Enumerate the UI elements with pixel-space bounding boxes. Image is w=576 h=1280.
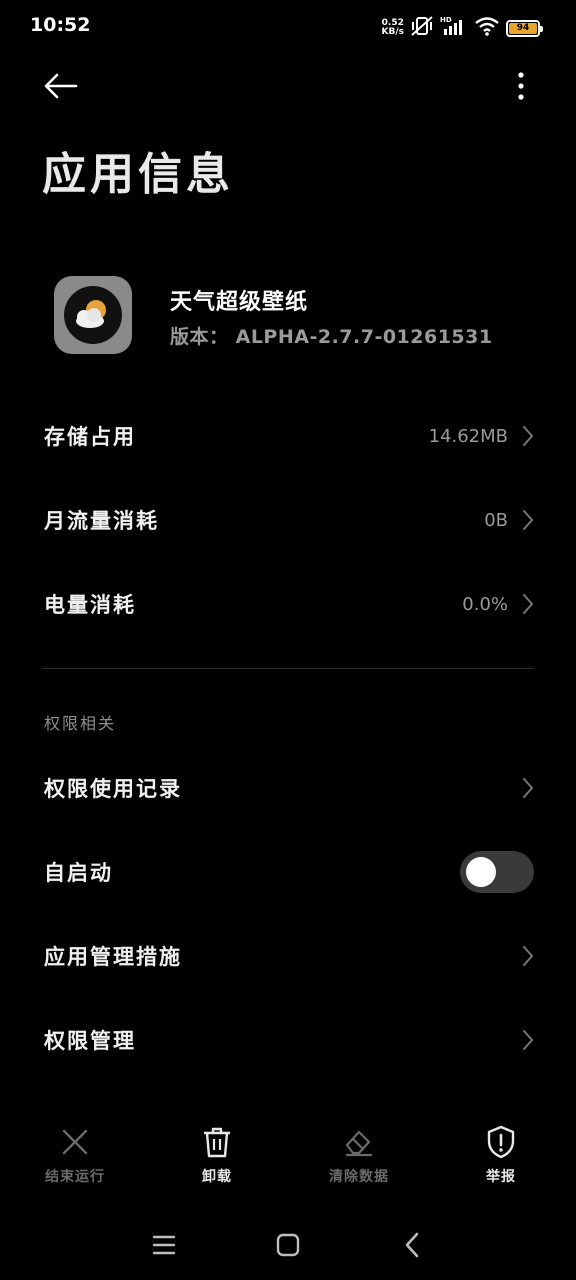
back-button[interactable]: [38, 66, 82, 106]
more-vertical-icon: [518, 72, 524, 100]
uninstall-label: 卸载: [202, 1169, 232, 1185]
chevron-right-icon: [520, 424, 536, 448]
chevron-right-icon: [520, 508, 536, 532]
status-time: 10:52: [30, 14, 91, 36]
app-management-row[interactable]: 应用管理措施: [0, 914, 576, 998]
data-usage-row[interactable]: 月流量消耗 0B: [0, 478, 576, 562]
home-icon: [276, 1233, 300, 1257]
uninstall-button[interactable]: 卸载: [162, 1124, 272, 1194]
eraser-icon: [341, 1124, 377, 1160]
toggle-knob: [466, 857, 496, 887]
data-usage-label: 月流量消耗: [44, 509, 159, 533]
weather-cloud-sun-icon: [54, 276, 132, 354]
hd-signal-icon: HD: [440, 15, 468, 41]
status-bar: 10:52 0.52 KB/s HD 94: [0, 0, 576, 56]
autostart-label: 自启动: [44, 861, 113, 885]
report-button[interactable]: 举报: [446, 1124, 556, 1194]
permission-history-row[interactable]: 权限使用记录: [0, 746, 576, 830]
section-divider: [42, 668, 534, 669]
app-management-label: 应用管理措施: [44, 945, 182, 969]
chevron-right-icon: [520, 944, 536, 968]
app-name: 天气超级壁纸: [170, 290, 309, 315]
force-stop-button[interactable]: 结束运行: [20, 1124, 130, 1194]
autostart-toggle[interactable]: [460, 851, 534, 893]
system-nav-bar: [0, 1215, 576, 1275]
close-x-icon: [57, 1124, 93, 1160]
network-speed-unit: KB/s: [381, 27, 404, 37]
shield-alert-icon: [483, 1124, 519, 1160]
storage-value: 14.62MB: [428, 425, 508, 447]
mute-vibrate-icon: [410, 15, 434, 41]
battery-usage-row[interactable]: 电量消耗 0.0%: [0, 562, 576, 646]
permission-management-row[interactable]: 权限管理: [0, 998, 576, 1082]
battery-usage-value: 0.0%: [462, 593, 508, 615]
page-title: 应用信息: [42, 149, 234, 200]
data-usage-value: 0B: [484, 509, 508, 531]
permission-history-label: 权限使用记录: [44, 777, 182, 801]
battery-icon: 94: [506, 19, 543, 37]
clear-data-label: 清除数据: [329, 1169, 389, 1185]
menu-button[interactable]: [144, 1229, 184, 1261]
force-stop-label: 结束运行: [45, 1169, 105, 1185]
app-header: 天气超级壁纸 版本： ALPHA-2.7.7-01261531: [54, 276, 534, 356]
home-button[interactable]: [268, 1229, 308, 1261]
permission-management-label: 权限管理: [44, 1029, 136, 1053]
status-icons: 0.52 KB/s HD 94: [382, 14, 543, 42]
wifi-icon: [474, 15, 500, 41]
more-options-button[interactable]: [506, 66, 536, 106]
storage-row[interactable]: 存储占用 14.62MB: [0, 394, 576, 478]
storage-label: 存储占用: [44, 425, 136, 449]
back-nav-button[interactable]: [392, 1229, 432, 1261]
chevron-right-icon: [520, 592, 536, 616]
clear-data-button[interactable]: 清除数据: [304, 1124, 414, 1194]
chevron-right-icon: [520, 1028, 536, 1052]
battery-level: 94: [509, 22, 537, 34]
permissions-section-title: 权限相关: [44, 714, 117, 733]
menu-icon: [152, 1235, 176, 1255]
network-speed: 0.52 KB/s: [382, 19, 404, 37]
back-nav-icon: [405, 1232, 419, 1258]
app-version: 版本： ALPHA-2.7.7-01261531: [170, 326, 493, 348]
battery-usage-label: 电量消耗: [44, 593, 136, 617]
chevron-right-icon: [520, 776, 536, 800]
svg-text:HD: HD: [440, 16, 452, 24]
action-bar: 结束运行 卸载 清除数据 举报: [0, 1118, 576, 1198]
report-label: 举报: [486, 1169, 516, 1185]
top-bar: [0, 56, 576, 116]
back-arrow-icon: [44, 73, 78, 99]
trash-icon: [199, 1124, 235, 1160]
autostart-row: 自启动: [0, 830, 576, 914]
